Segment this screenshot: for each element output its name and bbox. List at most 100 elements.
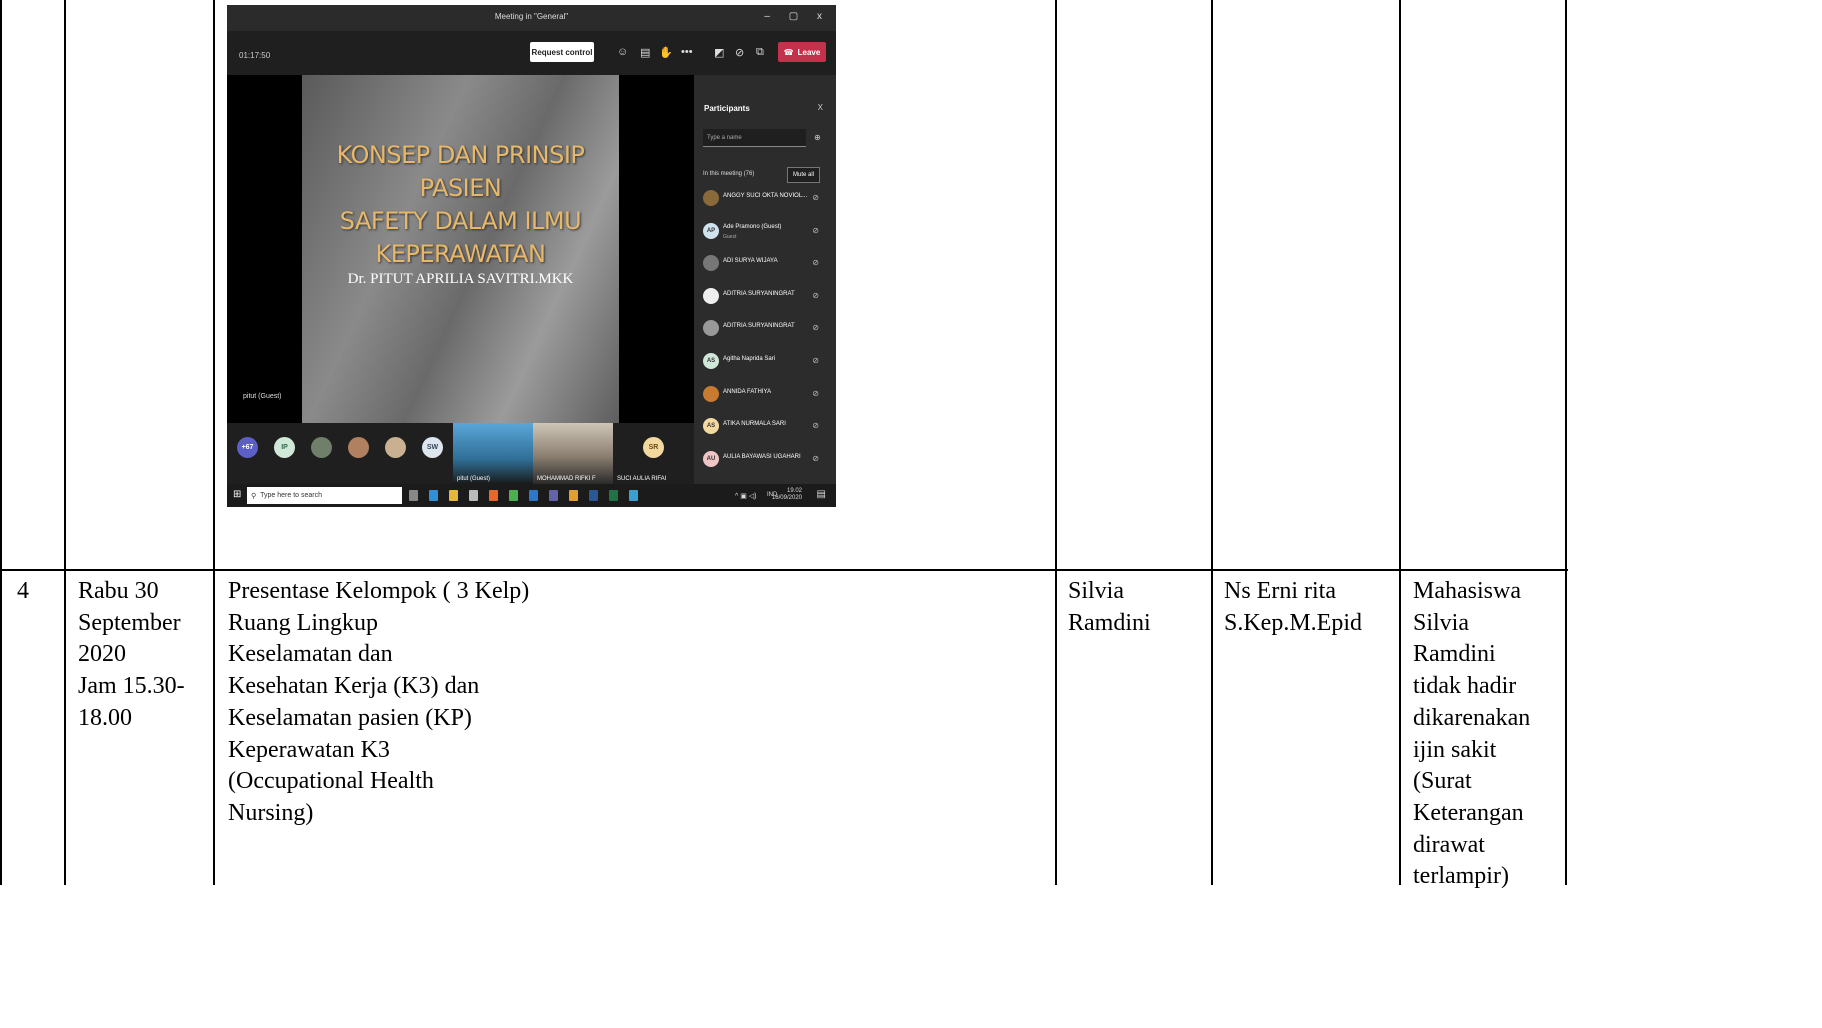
participant-row[interactable]: AS Agitha Naprida Sari ⊘ (703, 352, 827, 372)
avatar: AS (703, 353, 719, 369)
cell-line: (Occupational Health (228, 768, 434, 795)
participant-row[interactable]: ADITRIA SURYANINGRAT ⊘ (703, 319, 827, 339)
video-tile[interactable]: SR SUCI AULIA RIFAI (613, 423, 694, 484)
participant-row[interactable]: ANNIDA FATHIYA ⊘ (703, 385, 827, 405)
explorer-icon[interactable] (449, 490, 458, 501)
share-invite-icon[interactable]: ⊕ (814, 133, 821, 142)
more-options-icon: ••• (681, 46, 693, 58)
cell-line: (Surat (1413, 768, 1472, 795)
request-control-button[interactable]: Request control (530, 42, 594, 62)
cell-line: Keselamatan dan (228, 641, 393, 668)
avatar: SR (643, 437, 664, 458)
meeting-timer: 01:17:50 (239, 51, 271, 60)
leave-button[interactable]: ☎ Leave (778, 42, 826, 62)
cell-line: 18.00 (78, 704, 132, 731)
cell-line: Ruang Lingkup (228, 609, 378, 636)
window-titlebar: Meeting in "General" – ▢ x (227, 5, 836, 31)
edge-icon[interactable] (429, 490, 438, 501)
topic-cell: Presentase Kelompok ( 3 Kelp) Ruang Lingk… (228, 576, 529, 830)
cell-line: terlampir) (1413, 863, 1509, 890)
note-cell: Mahasiswa Silvia Ramdini tidak hadir dikaren… (1413, 576, 1530, 893)
in-meeting-count: In this meeting (76) (703, 171, 755, 177)
avatar-overflow[interactable]: +67 (237, 437, 258, 458)
date-cell: Rabu 30 September 2020 Jam 15.30- 18.00 (78, 576, 185, 735)
mail-icon[interactable] (529, 490, 538, 501)
participant-row[interactable]: ADITRIA SURYANINGRAT ⊘ (703, 287, 827, 307)
mic-off-icon: ⊘ (812, 323, 819, 333)
cell-line: Rabu 30 (78, 578, 159, 604)
leave-label: Leave (797, 47, 821, 57)
mic-off-icon: ⊘ (812, 421, 819, 431)
close-icon[interactable]: X (818, 103, 823, 112)
table-border-col1 (64, 0, 66, 885)
avatar (703, 287, 719, 304)
cell-line: Ns Erni rita (1224, 578, 1336, 604)
tray-icons: ^ ▣ ◁) (735, 493, 757, 500)
slide-title-line: SAFETY DALAM ILMU (339, 207, 582, 235)
phone-icon: ☎ (783, 47, 794, 57)
excel-icon[interactable] (609, 490, 618, 501)
row-number: 4 (17, 576, 29, 608)
participants-icon: ☺ (617, 46, 629, 58)
word-icon[interactable] (589, 490, 598, 501)
participant-row[interactable]: AS ATIKA NURMALA SARI ⊘ (703, 417, 827, 437)
participant-name: ADI SURYA WIJAYA (723, 258, 778, 265)
cell-line: Nursing) (228, 799, 314, 826)
mic-off-icon: ⊘ (812, 388, 819, 398)
tray-time: 19.02 (786, 488, 802, 494)
video-tile[interactable]: MOHAMMAD RIFKI F (533, 423, 613, 484)
avatar (703, 320, 719, 337)
participant-row[interactable]: ANGGY SUCI OKTA NOVIOL... ⊘ (703, 189, 827, 209)
cell-line: ijin sakit (1413, 736, 1497, 763)
teams-icon[interactable] (549, 490, 558, 501)
mic-off-icon: ⊘ (812, 225, 819, 235)
cell-line: Keselamatan pasien (KP) (228, 704, 472, 731)
presentation-slide: KONSEP DAN PRINSIP PASIEN SAFETY DALAM I… (302, 75, 619, 423)
avatar[interactable] (348, 437, 369, 458)
mic-off-icon: ⊘ (812, 193, 819, 202)
shared-screen-stage: KONSEP DAN PRINSIP PASIEN SAFETY DALAM I… (227, 75, 694, 423)
lecturer-cell: Ns Erni rita S.Kep.M.Epid (1224, 576, 1362, 639)
cell-line: Jam 15.30- (78, 673, 185, 700)
participant-row[interactable]: AU AULIA BAYAWASI UGAHARI ⊘ (703, 450, 827, 470)
chat-icon: ▤ (640, 47, 651, 59)
taskbar-search-input[interactable]: ⚲ Type here to search (247, 487, 402, 504)
tray-date: 16/09/2020 (771, 495, 802, 501)
participant-name: Agitha Naprida Sari (723, 356, 776, 362)
avatar[interactable] (311, 437, 332, 458)
participant-search-input[interactable]: Type a name (703, 129, 806, 147)
avatar[interactable]: IP (274, 437, 295, 458)
avatar[interactable]: SW (422, 437, 443, 458)
cell-line: tidak hadir (1413, 673, 1517, 700)
video-tile-label: SUCI AULIA RIFAI (617, 476, 667, 482)
participant-row[interactable]: ADI SURYA WIJAYA ⊘ (703, 254, 827, 274)
avatar[interactable] (385, 437, 406, 458)
windows-taskbar: ⊞ ⚲ Type here to search ^ ▣ ◁) IND 19.02… (227, 484, 836, 507)
table-border-col5 (1399, 0, 1401, 885)
mic-off-icon: ⊘ (812, 290, 819, 300)
raise-hand-icon: ✋ (659, 47, 673, 59)
camera-off-icon: ◩ (714, 47, 725, 59)
meeting-toolbar: 01:17:50 Request control ☺ ▤ ✋ ••• ◩ ⊘ ⧉… (227, 31, 836, 75)
firefox-icon[interactable] (489, 490, 498, 501)
notification-icon[interactable]: ▤ (817, 489, 826, 500)
store-icon[interactable] (469, 490, 478, 501)
windows-start-icon[interactable]: ⊞ (233, 489, 241, 500)
mute-all-button[interactable]: Mute all (787, 167, 820, 183)
panel-title: Participants (704, 104, 750, 113)
cell-line: dikarenakan (1413, 704, 1531, 731)
slide-title-line: KEPERAWATAN (375, 240, 547, 268)
cell-line: Presentase Kelompok ( 3 Kelp) (228, 578, 530, 604)
app-icon[interactable] (509, 490, 518, 501)
slide-title-line: KONSEP DAN PRINSIP PASIEN (336, 141, 585, 202)
avatar (703, 190, 719, 206)
taskview-icon[interactable] (409, 490, 418, 501)
chrome-icon[interactable] (569, 490, 578, 501)
avatar (703, 385, 719, 402)
video-tile[interactable]: pitut (Guest) (453, 423, 533, 484)
table-border-col4 (1211, 0, 1213, 885)
app-icon[interactable] (629, 490, 638, 501)
slide-author: Dr. PITUT APRILIA SAVITRI.MKK (347, 271, 574, 287)
avatar: AP (703, 222, 719, 239)
participant-row[interactable]: AP Ade Pramono (Guest) Guest ⊘ (703, 222, 827, 242)
